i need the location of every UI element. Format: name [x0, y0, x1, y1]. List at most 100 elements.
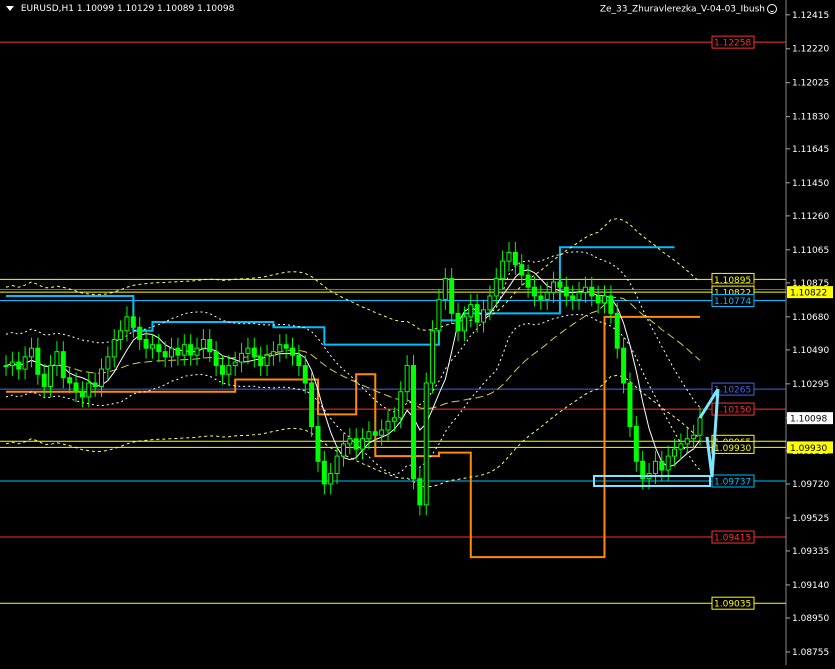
- candle-body[interactable]: [321, 460, 327, 485]
- candle-body[interactable]: [130, 316, 136, 328]
- candle-body[interactable]: [213, 351, 219, 367]
- candle-body[interactable]: [283, 344, 289, 349]
- candle-body[interactable]: [531, 286, 537, 297]
- candle-body[interactable]: [232, 361, 238, 367]
- candle-body[interactable]: [614, 312, 620, 349]
- candle-body[interactable]: [385, 420, 391, 431]
- candle-body[interactable]: [481, 309, 487, 323]
- candle-body[interactable]: [570, 295, 576, 300]
- candle-body[interactable]: [9, 361, 15, 367]
- candle-body[interactable]: [188, 344, 194, 356]
- candle-body[interactable]: [60, 351, 66, 379]
- candle-body[interactable]: [500, 260, 506, 280]
- candle-body[interactable]: [28, 347, 34, 358]
- candle-body[interactable]: [353, 438, 359, 450]
- candle-body[interactable]: [652, 460, 658, 475]
- candle-body[interactable]: [239, 352, 245, 363]
- candle-body[interactable]: [665, 455, 671, 471]
- candle-body[interactable]: [315, 426, 321, 462]
- candle-body[interactable]: [659, 460, 665, 471]
- candle-body[interactable]: [16, 361, 22, 370]
- candle-body[interactable]: [92, 382, 98, 387]
- candle-body[interactable]: [627, 382, 633, 428]
- candle-body[interactable]: [601, 295, 607, 304]
- candle-body[interactable]: [551, 281, 557, 293]
- candle-body[interactable]: [124, 316, 130, 332]
- candle-body[interactable]: [181, 344, 187, 356]
- candle-body[interactable]: [621, 347, 627, 384]
- candle-body[interactable]: [296, 354, 302, 367]
- candle-body[interactable]: [111, 338, 117, 358]
- candle-body[interactable]: [347, 438, 353, 445]
- candle-body[interactable]: [684, 438, 690, 445]
- candle-body[interactable]: [493, 278, 499, 297]
- candle-body[interactable]: [137, 326, 143, 340]
- candle-body[interactable]: [379, 429, 385, 436]
- candle-body[interactable]: [226, 365, 232, 375]
- candle-body[interactable]: [118, 330, 124, 340]
- candle-body[interactable]: [410, 365, 416, 480]
- candle-body[interactable]: [525, 274, 531, 288]
- candle-body[interactable]: [207, 338, 213, 353]
- candle-body[interactable]: [404, 365, 410, 393]
- candle-body[interactable]: [290, 347, 296, 356]
- candle-body[interactable]: [309, 382, 315, 428]
- candle-body[interactable]: [79, 391, 85, 398]
- candle-body[interactable]: [391, 417, 397, 422]
- candle-body[interactable]: [340, 443, 346, 457]
- candle-body[interactable]: [73, 382, 79, 393]
- candle-body[interactable]: [474, 304, 480, 323]
- candle-body[interactable]: [264, 354, 270, 367]
- candle-body[interactable]: [519, 264, 525, 276]
- chart-area[interactable]: 1.12415 1.12220 1.12025 1.11830 1.11645 1.114…: [0, 0, 835, 665]
- candle-body[interactable]: [175, 347, 181, 356]
- candle-body[interactable]: [251, 347, 257, 358]
- candle-body[interactable]: [423, 382, 429, 506]
- candle-body[interactable]: [48, 365, 54, 387]
- candle-body[interactable]: [105, 356, 111, 370]
- candle-body[interactable]: [86, 382, 92, 398]
- candle-body[interactable]: [506, 251, 512, 262]
- candle-body[interactable]: [468, 304, 474, 318]
- candle-body[interactable]: [608, 295, 614, 314]
- candle-body[interactable]: [334, 455, 340, 475]
- candle-body[interactable]: [169, 347, 175, 358]
- candle-body[interactable]: [512, 251, 518, 266]
- candle-body[interactable]: [156, 344, 162, 353]
- candle-body[interactable]: [449, 278, 455, 314]
- candle-body[interactable]: [672, 448, 678, 457]
- candle-body[interactable]: [200, 338, 206, 349]
- candle-body[interactable]: [54, 351, 60, 367]
- candle-body[interactable]: [697, 417, 703, 436]
- candle-body[interactable]: [595, 295, 601, 304]
- candle-body[interactable]: [67, 377, 73, 384]
- candle-body[interactable]: [691, 434, 697, 440]
- dropdown-triangle-icon[interactable]: [6, 6, 14, 11]
- candle-body[interactable]: [99, 368, 105, 387]
- candle-body[interactable]: [270, 351, 276, 356]
- candle-body[interactable]: [442, 278, 448, 300]
- candle-body[interactable]: [162, 351, 168, 358]
- candle-body[interactable]: [544, 291, 550, 300]
- candle-body[interactable]: [487, 295, 493, 311]
- candle-body[interactable]: [398, 391, 404, 419]
- candle-body[interactable]: [563, 286, 569, 297]
- candle-body[interactable]: [143, 338, 149, 349]
- candle-body[interactable]: [302, 365, 308, 384]
- candle-body[interactable]: [277, 344, 283, 353]
- price-chart[interactable]: 1.12415 1.12220 1.12025 1.11830 1.11645 1.114…: [0, 0, 835, 665]
- candle-body[interactable]: [538, 295, 544, 300]
- candle-body[interactable]: [557, 281, 563, 288]
- candle-body[interactable]: [258, 356, 264, 367]
- candle-body[interactable]: [328, 473, 334, 485]
- candle-body[interactable]: [417, 478, 423, 506]
- candle-body[interactable]: [589, 286, 595, 297]
- candle-body[interactable]: [219, 365, 225, 375]
- candle-body[interactable]: [372, 431, 378, 436]
- candle-body[interactable]: [461, 316, 467, 332]
- candle-body[interactable]: [35, 347, 41, 375]
- candle-body[interactable]: [245, 347, 251, 354]
- candle-body[interactable]: [149, 344, 155, 349]
- candle-body[interactable]: [436, 298, 442, 332]
- candle-body[interactable]: [430, 330, 436, 384]
